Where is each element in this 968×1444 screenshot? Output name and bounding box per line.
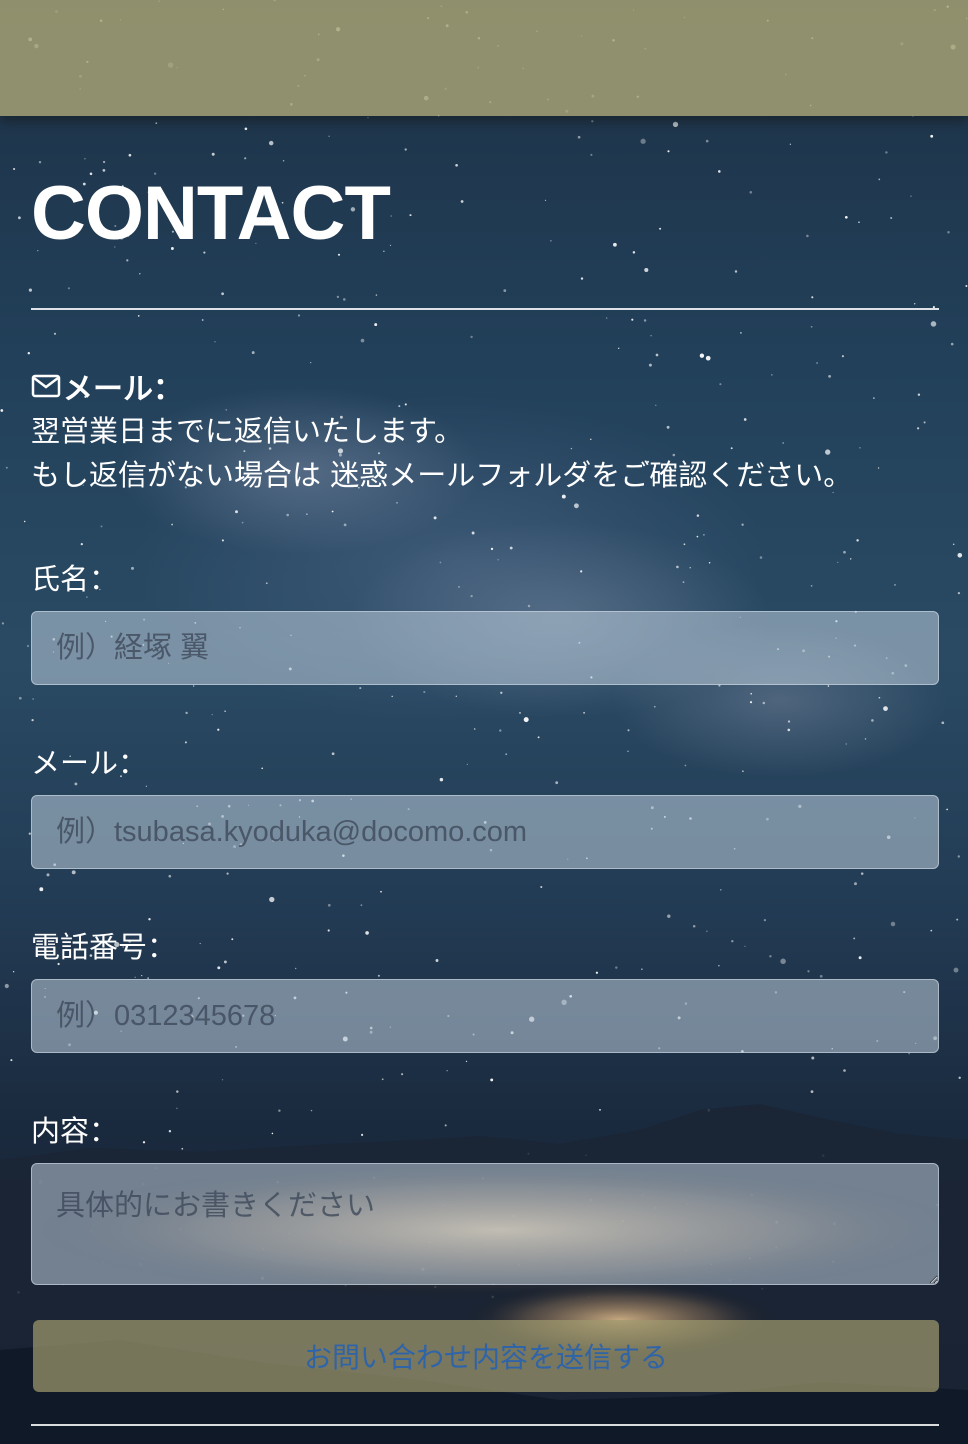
message-label: 内容： xyxy=(31,1114,119,1148)
email-input[interactable] xyxy=(31,795,939,869)
bottom-divider xyxy=(31,1424,939,1426)
title-divider xyxy=(31,308,939,310)
reply-notice-line2: もし返信がない場合は 迷惑メールフォルダをご確認ください。 xyxy=(31,458,853,492)
page-title: CONTACT xyxy=(31,171,391,256)
name-label: 氏名： xyxy=(31,562,119,596)
message-textarea[interactable] xyxy=(31,1163,939,1285)
mail-info-heading: メール： xyxy=(31,364,183,408)
reply-notice-line1: 翌営業日までに返信いたします。 xyxy=(31,414,464,448)
submit-button[interactable]: お問い合わせ内容を送信する xyxy=(33,1320,939,1392)
mail-info-heading-label: メール： xyxy=(63,372,183,407)
phone-label: 電話番号： xyxy=(31,930,177,964)
email-label: メール： xyxy=(31,746,148,780)
phone-input[interactable] xyxy=(31,979,939,1053)
name-input[interactable] xyxy=(31,611,939,685)
header-band xyxy=(0,0,968,116)
envelope-icon xyxy=(31,374,61,398)
